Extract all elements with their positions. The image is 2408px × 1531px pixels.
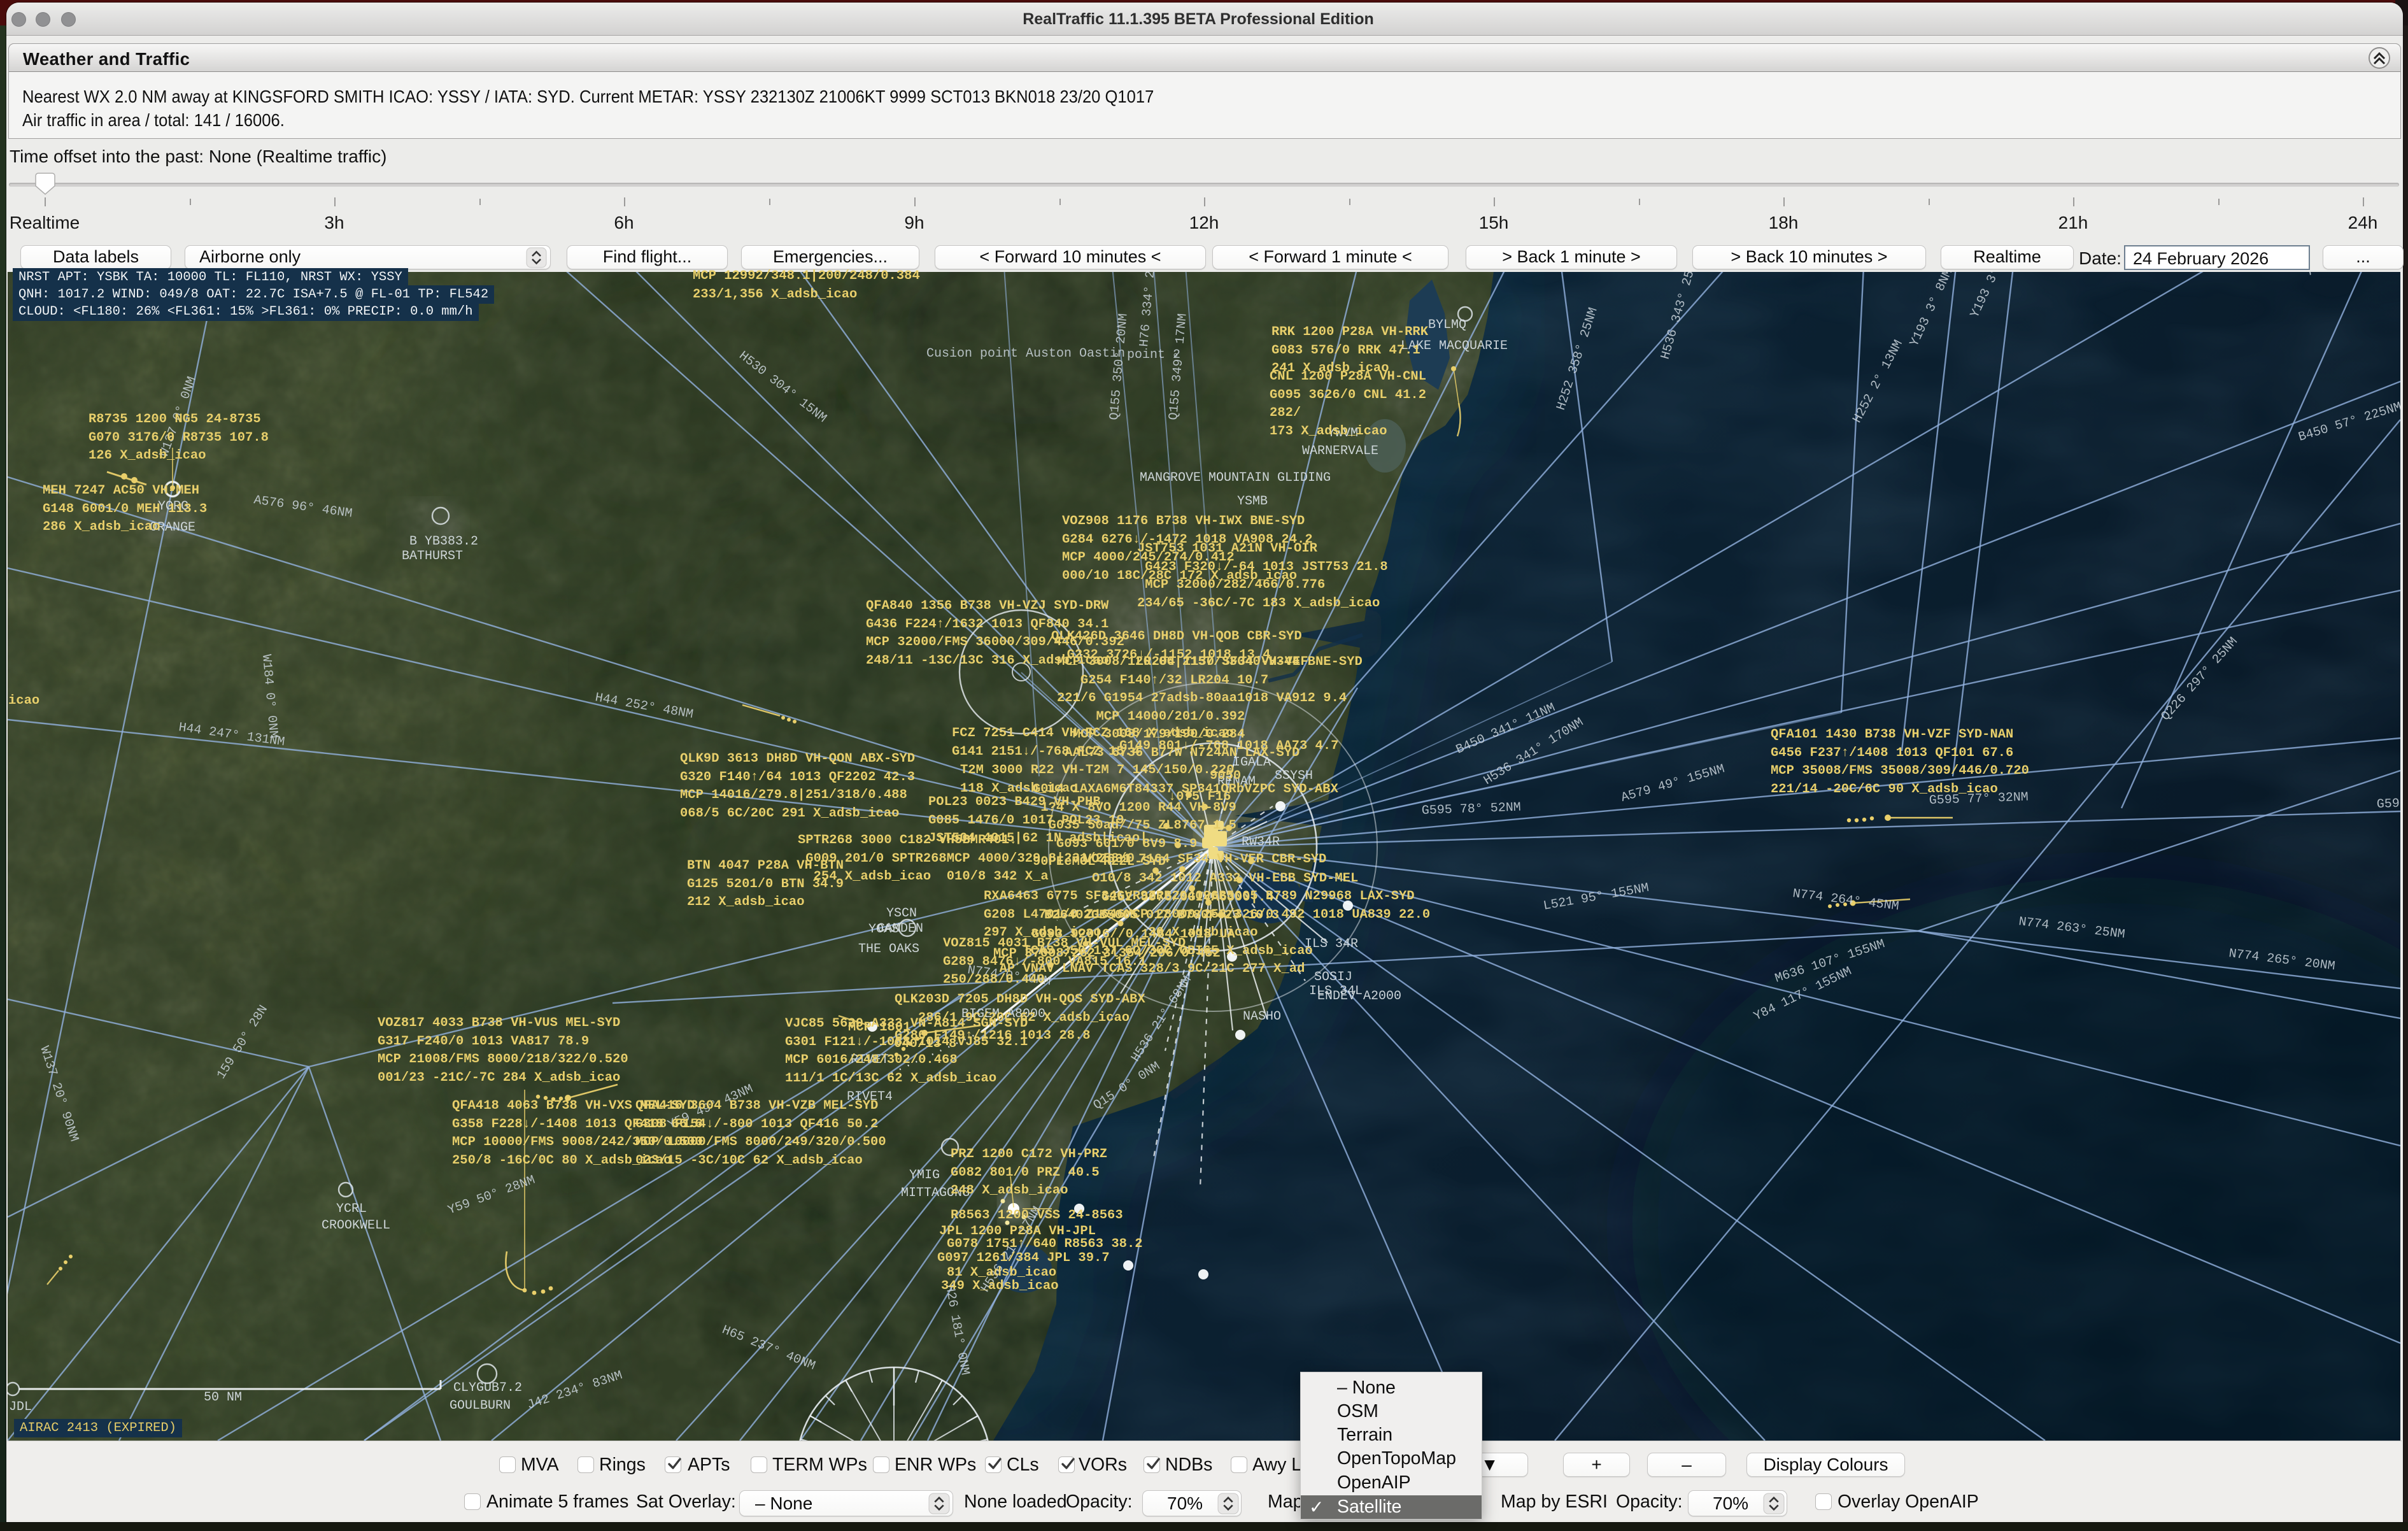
svg-text:Cusion point Auston Oastin: Cusion point Auston Oastin <box>926 346 1125 361</box>
svg-text:point 2: point 2 <box>1127 348 1180 362</box>
svg-text:G595 76: G595 76 <box>2376 795 2400 812</box>
